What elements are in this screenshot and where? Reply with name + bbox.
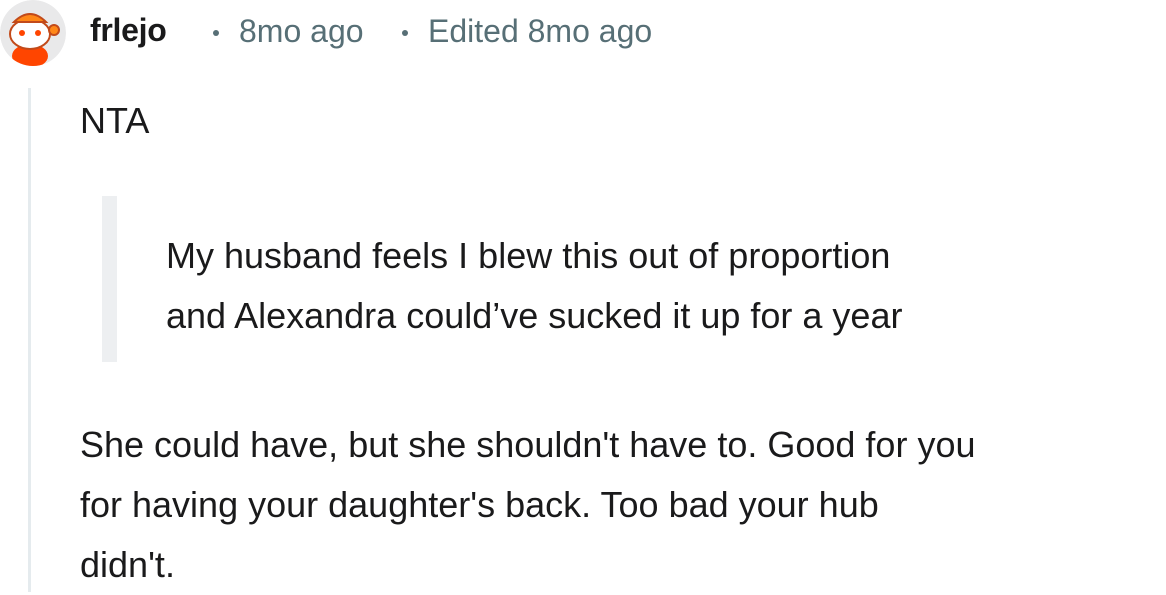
edited-timestamp: Edited 8mo ago — [428, 13, 653, 49]
comment-author[interactable]: frlejo — [90, 12, 167, 49]
comment-body-paragraph: She could have, but she shouldn't have t… — [80, 415, 1166, 595]
comment-timestamp: 8mo ago — [239, 13, 364, 49]
blockquote: My husband feels I blew this out of prop… — [166, 226, 1096, 346]
separator-dot — [213, 30, 219, 36]
body-line: didn't. — [80, 544, 175, 585]
comment-thread-line[interactable] — [28, 88, 31, 592]
body-line: for having your daughter's back. Too bad… — [80, 484, 879, 525]
user-avatar[interactable] — [0, 0, 66, 66]
blockquote-bar — [102, 196, 117, 362]
quote-line: and Alexandra could’ve sucked it up for … — [166, 295, 903, 336]
separator-dot — [402, 30, 408, 36]
body-line: She could have, but she shouldn't have t… — [80, 424, 976, 465]
quote-line: My husband feels I blew this out of prop… — [166, 235, 891, 276]
snoo-avatar-icon — [0, 0, 66, 66]
comment-first-paragraph: NTA — [80, 100, 150, 141]
